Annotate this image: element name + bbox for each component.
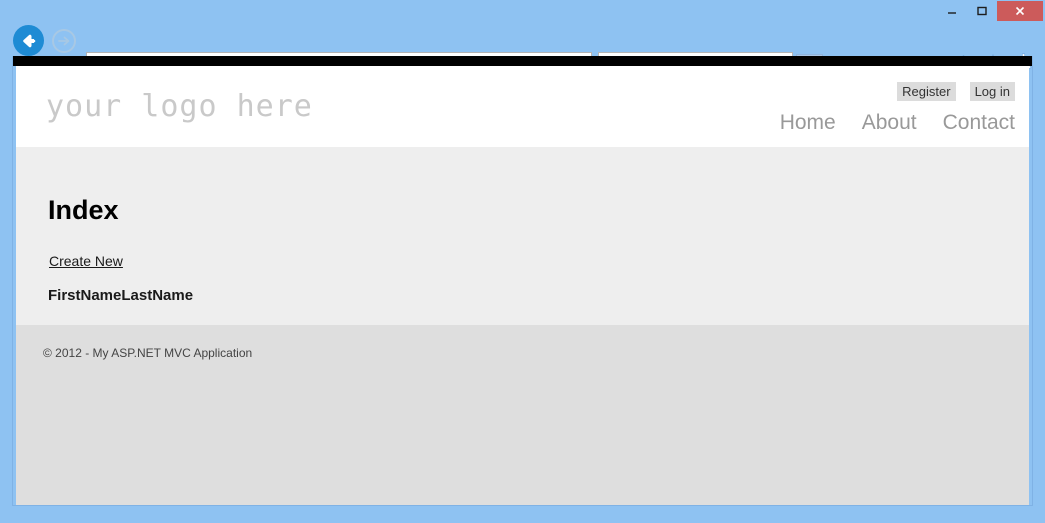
page-title: Index xyxy=(48,195,119,225)
main-navigation: Home About Contact xyxy=(780,111,1015,135)
title-bar xyxy=(0,0,1045,22)
close-icon xyxy=(1015,6,1025,16)
site-logo[interactable]: your logo here xyxy=(46,89,313,124)
forward-arrow-icon xyxy=(58,36,70,46)
window-left-edge xyxy=(0,56,12,523)
site-footer: © 2012 - My ASP.NET MVC Application xyxy=(16,325,1029,506)
person-table-header: FirstName LastName xyxy=(48,287,193,304)
window-right-edge xyxy=(1033,56,1045,523)
nav-item-about[interactable]: About xyxy=(862,111,917,135)
back-arrow-icon xyxy=(22,34,35,47)
forward-button[interactable] xyxy=(52,29,76,53)
close-button[interactable] xyxy=(997,1,1043,21)
minimize-icon xyxy=(948,12,956,14)
back-button[interactable] xyxy=(13,25,44,56)
register-link[interactable]: Register xyxy=(897,82,956,101)
browser-window: http://localhost:56705/Person xyxy=(0,0,1045,523)
page-viewport: your logo here Register Log in Home Abou… xyxy=(16,66,1029,506)
maximize-icon xyxy=(977,6,987,16)
window-bottom-edge xyxy=(0,506,1045,523)
nav-item-home[interactable]: Home xyxy=(780,111,836,135)
site-header: your logo here Register Log in Home Abou… xyxy=(16,66,1029,147)
browser-nav-row: http://localhost:56705/Person xyxy=(0,22,1045,77)
account-links: Register Log in xyxy=(897,82,1015,101)
maximize-button[interactable] xyxy=(967,1,997,21)
table-column-firstname: FirstName xyxy=(48,287,122,304)
table-column-lastname: LastName xyxy=(121,287,194,304)
footer-copyright: © 2012 - My ASP.NET MVC Application xyxy=(43,346,253,360)
create-new-link[interactable]: Create New xyxy=(49,253,123,269)
login-link[interactable]: Log in xyxy=(969,82,1015,101)
nav-item-contact[interactable]: Contact xyxy=(943,111,1015,135)
minimize-button[interactable] xyxy=(937,1,967,21)
black-separator-band xyxy=(12,56,1033,66)
window-controls xyxy=(937,1,1043,21)
main-content: Index Create New FirstName LastName xyxy=(16,147,1029,325)
